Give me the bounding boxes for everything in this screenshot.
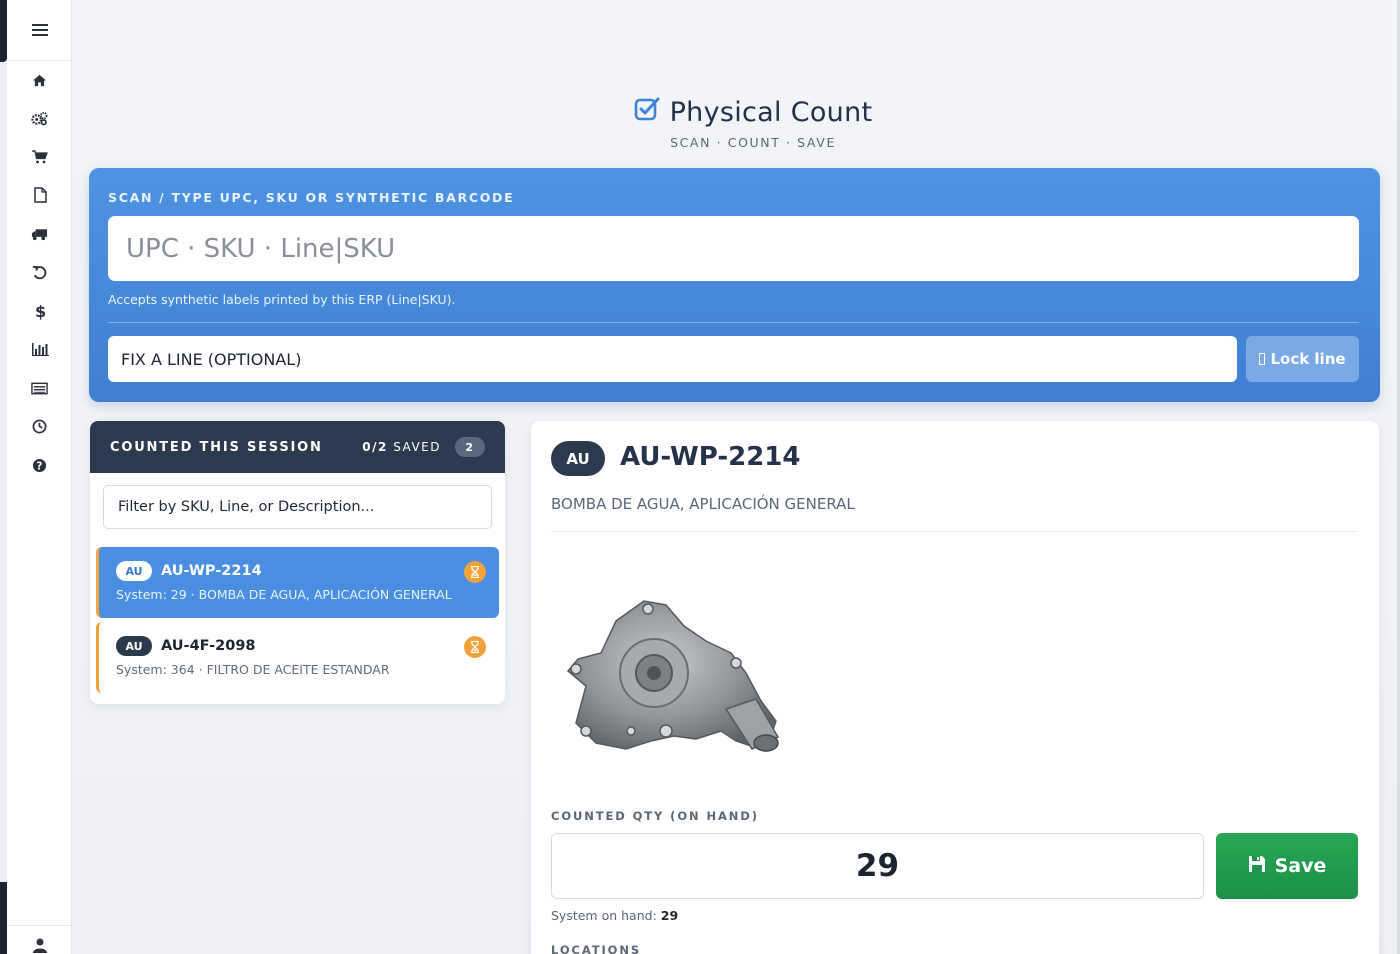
home-icon[interactable] [7,67,72,93]
list-icon[interactable] [7,375,72,401]
page-header: Physical Count SCAN · COUNT · SAVE [72,96,1400,150]
session-filter-input[interactable] [103,485,492,529]
check-square-icon [634,96,660,129]
window-edge-bottom [0,882,7,954]
main-content: Physical Count SCAN · COUNT · SAVE SCAN … [72,0,1400,954]
cart-icon[interactable] [7,144,72,170]
svg-text:$: $ [35,303,45,320]
session-title: COUNTED THIS SESSION [110,439,323,455]
counted-qty-input[interactable] [551,833,1204,899]
floppy-icon [1248,855,1266,878]
bar-chart-icon[interactable] [7,336,72,362]
user-icon[interactable] [7,932,72,954]
locations-label: LOCATIONS [551,943,642,954]
session-count-badge: 2 [455,437,485,457]
lock-icon [1259,353,1266,365]
item-detail-panel: AU AU-WP-2214 BOMBA DE AGUA, APLICACIÓN … [531,421,1379,954]
session-header: COUNTED THIS SESSION 0/2 SAVED 2 [90,421,505,473]
session-item-info: System: 364 · FILTRO DE ACEITE ESTANDAR [116,662,390,677]
truck-icon[interactable] [7,221,72,247]
saved-count: 0/2 [362,440,388,454]
detail-line-badge: AU [551,441,605,476]
saved-label: SAVED [393,440,441,454]
scan-label: SCAN / TYPE UPC, SKU OR SYNTHETIC BARCOD… [108,190,515,205]
lock-line-label: Lock line [1270,350,1346,368]
hourglass-icon [464,561,486,583]
save-button[interactable]: Save [1216,833,1358,899]
system-on-hand-value: 29 [660,908,679,923]
sidebar: $ ? [7,0,72,954]
window-edge [0,0,7,954]
system-on-hand-label: System on hand: [551,908,657,923]
system-on-hand: System on hand: 29 [551,908,678,923]
gears-icon[interactable] [7,105,72,131]
file-icon[interactable] [7,182,72,208]
page-title: Physical Count [669,97,873,128]
page-subtitle: SCAN · COUNT · SAVE [670,135,836,150]
session-item-sku: AU-4F-2098 [161,638,256,654]
dollar-icon[interactable]: $ [7,298,72,324]
sidebar-divider-bottom [7,925,72,926]
window-edge-top [0,0,7,62]
session-item-sku: AU-WP-2214 [161,563,262,579]
detail-sku: AU-WP-2214 [620,442,801,472]
question-icon[interactable]: ? [7,452,72,478]
menu-icon[interactable] [7,17,72,43]
hourglass-icon [464,636,486,658]
session-item-info: System: 29 · BOMBA DE AGUA, APLICACIÓN G… [116,587,452,602]
clock-icon[interactable] [7,413,72,439]
undo-icon[interactable] [7,259,72,285]
detail-divider [551,531,1358,532]
scan-panel: SCAN / TYPE UPC, SKU OR SYNTHETIC BARCOD… [89,168,1380,402]
lock-line-button[interactable]: Lock line [1246,336,1359,382]
svg-text:?: ? [36,460,42,472]
scan-input[interactable] [108,216,1359,281]
line-badge: AU [116,561,152,581]
fix-line-input[interactable] [108,336,1237,382]
save-label: Save [1274,855,1327,877]
scan-hint: Accepts synthetic labels printed by this… [108,292,456,307]
product-image [556,591,786,771]
line-badge: AU [116,636,152,656]
session-panel: COUNTED THIS SESSION 0/2 SAVED 2 AU AU-W… [90,421,505,704]
detail-description: BOMBA DE AGUA, APLICACIÓN GENERAL [551,495,855,513]
sidebar-divider [7,60,72,61]
counted-qty-label: COUNTED QTY (ON HAND) [551,809,759,823]
saved-counter: 0/2 SAVED [362,440,441,454]
session-item[interactable]: AU AU-4F-2098 System: 364 · FILTRO DE AC… [96,622,499,693]
scan-divider [108,322,1359,323]
session-item[interactable]: AU AU-WP-2214 System: 29 · BOMBA DE AGUA… [96,547,499,618]
